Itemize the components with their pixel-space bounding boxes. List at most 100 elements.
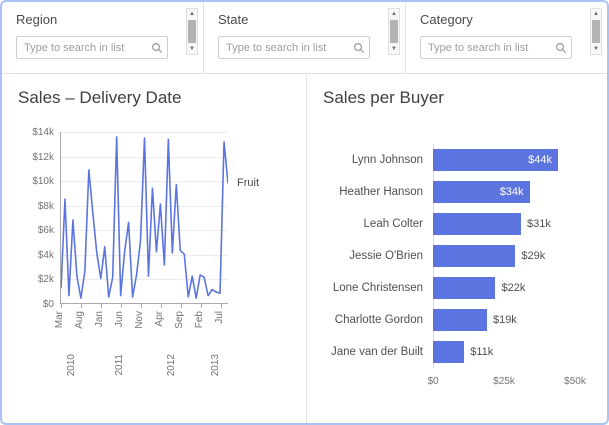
y-axis-label: $8k [38, 201, 54, 212]
sales-line[interactable] [61, 132, 228, 303]
bar-category-label: Heather Hanson [323, 186, 433, 198]
bar[interactable]: $31k [433, 213, 575, 235]
filter-panel-category: Category ▲ ▼ [406, 2, 607, 73]
x-axis-year-label: 2013 [210, 354, 222, 376]
bar-fill[interactable] [433, 245, 515, 267]
search-input[interactable] [420, 36, 572, 59]
filter-panel-state: State ▲ ▼ [204, 2, 406, 73]
bar-category-label: Lynn Johnson [323, 154, 433, 166]
bar-x-axis-label: $25k [493, 376, 515, 387]
x-axis-month-label: Apr [154, 311, 166, 327]
scrollbar-thumb[interactable] [592, 20, 600, 43]
bar[interactable]: $11k [433, 341, 575, 363]
filter-label: Category [420, 12, 595, 27]
scroll-down-icon[interactable]: ▼ [389, 44, 399, 54]
bar-value-label: $11k [470, 346, 493, 358]
bar-value-label: $29k [521, 250, 545, 262]
bar-value-label: $19k [493, 314, 517, 326]
bar[interactable]: $44k [433, 149, 575, 171]
bar-x-axis-label: $0 [427, 376, 438, 387]
x-axis-month-label: Jul [214, 311, 226, 324]
x-axis-labels: MarAugJanJunNovAprSepFebJul2010201120122… [60, 308, 228, 388]
x-axis-month-label: Sep [174, 311, 186, 329]
x-axis-month-label: Aug [74, 311, 86, 329]
scrollbar-thumb[interactable] [390, 20, 398, 43]
bar-category-label: Jessie O'Brien [323, 250, 433, 262]
bar-fill[interactable] [433, 309, 487, 331]
bar-chart-plot: Lynn Johnson $44k Heather Hanson $34k Leah C… [323, 144, 575, 368]
bar[interactable]: $19k [433, 309, 575, 331]
bar-row: Charlotte Gordon $19k [323, 304, 575, 336]
scroll-down-icon[interactable]: ▼ [187, 44, 197, 54]
bar-category-label: Jane van der Built [323, 346, 433, 358]
bar-row: Jessie O'Brien $29k [323, 240, 575, 272]
x-axis-year-label: 2010 [66, 354, 78, 376]
bar-fill[interactable]: $44k [433, 149, 558, 171]
scroll-up-icon[interactable]: ▲ [389, 9, 399, 19]
bar-value-label: $34k [500, 186, 524, 198]
x-axis-month-label: Nov [134, 311, 146, 329]
bar-category-label: Lone Christensen [323, 282, 433, 294]
filter-panel-region: Region ▲ ▼ [2, 2, 204, 73]
search-input[interactable] [218, 36, 370, 59]
bar[interactable]: $22k [433, 277, 575, 299]
bar-row: Jane van der Built $11k [323, 336, 575, 368]
filter-label: State [218, 12, 393, 27]
search-input[interactable] [16, 36, 168, 59]
line-chart-plot[interactable] [60, 132, 228, 304]
bar-row: Lone Christensen $22k [323, 272, 575, 304]
listbox-scrollbar[interactable]: ▲ ▼ [186, 8, 198, 55]
bar-chart-panel: Sales per Buyer Lynn Johnson $44k Heather … [307, 74, 607, 423]
x-axis-year-label: 2012 [166, 354, 178, 376]
bar-value-label: $44k [528, 154, 552, 166]
charts-row: Sales – Delivery Date $14k $12k $10k $8k $6k… [2, 74, 607, 423]
filter-label: Region [16, 12, 191, 27]
search-icon [353, 41, 365, 59]
bar[interactable]: $29k [433, 245, 575, 267]
bar-fill[interactable] [433, 213, 521, 235]
bar-fill[interactable] [433, 277, 495, 299]
line-chart-panel: Sales – Delivery Date $14k $12k $10k $8k $6k… [2, 74, 307, 423]
search-box [218, 36, 370, 59]
y-axis-label: $10k [32, 176, 54, 187]
bar-row: Leah Colter $31k [323, 208, 575, 240]
y-axis-label: $12k [32, 152, 54, 163]
bar-chart-title: Sales per Buyer [323, 88, 444, 108]
x-axis-month-label: Feb [194, 311, 206, 328]
search-box [420, 36, 572, 59]
listbox-scrollbar[interactable]: ▲ ▼ [590, 8, 602, 55]
y-axis-label: $14k [32, 127, 54, 138]
bar-row: Heather Hanson $34k [323, 176, 575, 208]
y-axis-label: $6k [38, 225, 54, 236]
scroll-up-icon[interactable]: ▲ [187, 9, 197, 19]
x-axis-year-label: 2011 [114, 354, 126, 376]
bar-category-label: Leah Colter [323, 218, 433, 230]
bar[interactable]: $34k [433, 181, 575, 203]
scroll-down-icon[interactable]: ▼ [591, 44, 601, 54]
y-axis-labels: $14k$12k$10k$8k$6k$4k$2k$0 [2, 132, 54, 304]
bar-row: Lynn Johnson $44k [323, 144, 575, 176]
y-axis-label: $0 [43, 299, 54, 310]
line-chart-title: Sales – Delivery Date [18, 88, 181, 108]
x-axis-month-label: Jun [114, 311, 126, 327]
x-axis-month-label: Jan [94, 311, 106, 327]
bar-fill[interactable]: $34k [433, 181, 530, 203]
dashboard: Region ▲ ▼ State ▲ [0, 0, 609, 425]
x-axis-month-label: Mar [54, 311, 66, 328]
legend-fruit[interactable]: Fruit [237, 177, 259, 189]
filter-strip: Region ▲ ▼ State ▲ [2, 2, 607, 74]
bar-fill[interactable] [433, 341, 464, 363]
search-box [16, 36, 168, 59]
listbox-scrollbar[interactable]: ▲ ▼ [388, 8, 400, 55]
y-axis-label: $2k [38, 274, 54, 285]
y-axis-label: $4k [38, 250, 54, 261]
scrollbar-thumb[interactable] [188, 20, 196, 43]
search-icon [555, 41, 567, 59]
scroll-up-icon[interactable]: ▲ [591, 9, 601, 19]
search-icon [151, 41, 163, 59]
bar-category-label: Charlotte Gordon [323, 314, 433, 326]
bar-x-axis: $0$25k$50k [433, 376, 575, 390]
bar-x-axis-label: $50k [564, 376, 586, 387]
bar-value-label: $31k [527, 218, 551, 230]
bar-value-label: $22k [501, 282, 525, 294]
